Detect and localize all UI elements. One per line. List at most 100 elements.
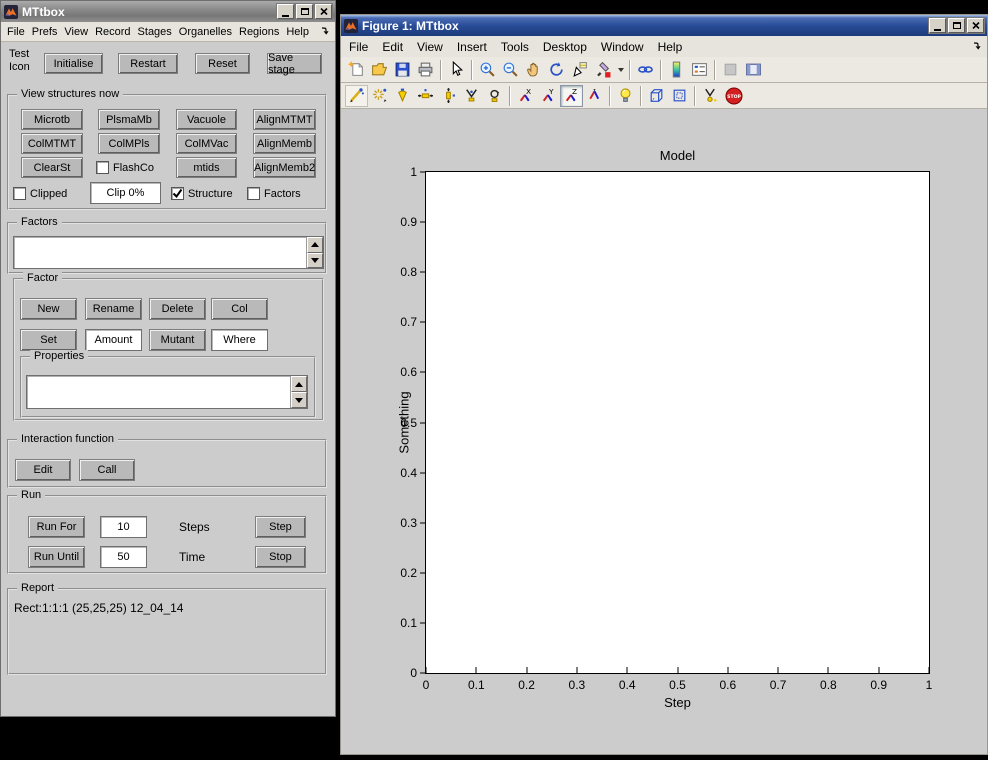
menu-organelles[interactable]: Organelles — [179, 26, 232, 38]
menu-view[interactable]: View — [64, 26, 88, 38]
save-stage-button[interactable]: Save stage — [267, 53, 322, 74]
call-interaction-button[interactable]: Call — [79, 459, 135, 481]
colmpls-button[interactable]: ColMPls — [98, 133, 160, 154]
menu-file[interactable]: File — [349, 40, 368, 54]
close-button[interactable] — [315, 4, 332, 19]
y-axis-icon[interactable]: Y — [537, 85, 560, 107]
minimize-button[interactable] — [277, 4, 294, 19]
move-camera-horizontal-icon[interactable] — [414, 85, 437, 107]
pointer-icon[interactable] — [445, 59, 468, 81]
menu-tools[interactable]: Tools — [501, 40, 529, 54]
minimize-button[interactable] — [929, 18, 946, 33]
new-figure-icon[interactable] — [345, 59, 368, 81]
flashco-checkbox[interactable] — [96, 161, 109, 174]
vacuole-button[interactable]: Vacuole — [176, 109, 237, 130]
edit-interaction-button[interactable]: Edit — [15, 459, 71, 481]
brush-icon[interactable] — [591, 59, 614, 81]
figure-titlebar[interactable]: Figure 1: MTtbox — [341, 15, 987, 36]
new-factor-button[interactable]: New — [20, 298, 77, 320]
menu-regions[interactable]: Regions — [239, 26, 279, 38]
factors-listbox[interactable] — [13, 236, 324, 269]
menu-edit[interactable]: Edit — [382, 40, 403, 54]
pan-tilt-camera-icon[interactable] — [391, 85, 414, 107]
move-camera-vertical-icon[interactable] — [437, 85, 460, 107]
mttbox-titlebar[interactable]: MTtbox — [1, 1, 335, 22]
scroll-up-button[interactable] — [307, 237, 323, 253]
menu-prefs[interactable]: Prefs — [32, 26, 58, 38]
alignmtmt-button[interactable]: AlignMTMT — [253, 109, 316, 130]
scroll-up-button[interactable] — [291, 376, 307, 392]
colmtmt-button[interactable]: ColMTMT — [21, 133, 83, 154]
print-figure-icon[interactable] — [414, 59, 437, 81]
initialise-button[interactable]: Initialise — [44, 53, 103, 74]
maximize-button[interactable] — [948, 18, 965, 33]
restart-button[interactable]: Restart — [118, 53, 178, 74]
menu-help[interactable]: Help — [658, 40, 683, 54]
reset-camera-icon[interactable] — [699, 85, 722, 107]
delete-factor-button[interactable]: Delete — [149, 298, 206, 320]
menu-desktop[interactable]: Desktop — [543, 40, 587, 54]
pan-icon[interactable] — [522, 59, 545, 81]
time-input[interactable]: 50 — [100, 546, 147, 568]
alignmemb-button[interactable]: AlignMemb — [253, 133, 316, 154]
open-file-icon[interactable] — [368, 59, 391, 81]
insert-legend-icon[interactable] — [688, 59, 711, 81]
run-until-button[interactable]: Run Until — [28, 546, 85, 568]
menu-overflow-arrow-icon[interactable] — [973, 42, 982, 51]
link-plot-icon[interactable] — [634, 59, 657, 81]
menu-view[interactable]: View — [417, 40, 443, 54]
colmvac-button[interactable]: ColMVac — [176, 133, 237, 154]
stop-icon[interactable]: STOP — [722, 85, 745, 107]
zoom-camera-icon[interactable] — [460, 85, 483, 107]
perspective-projection-icon[interactable] — [668, 85, 691, 107]
rotate-3d-icon[interactable] — [545, 59, 568, 81]
brush-dropdown-icon[interactable] — [614, 59, 626, 81]
orthographic-projection-icon[interactable] — [645, 85, 668, 107]
menu-stages[interactable]: Stages — [138, 26, 172, 38]
z-axis-icon[interactable]: Z — [560, 85, 583, 107]
alignmemb2-button[interactable]: AlignMemb2 — [253, 157, 316, 178]
scroll-down-button[interactable] — [307, 253, 323, 269]
set-factor-button[interactable]: Set — [20, 329, 77, 351]
orbit-scene-light-icon[interactable] — [368, 85, 391, 107]
run-for-button[interactable]: Run For — [28, 516, 85, 538]
microtb-button[interactable]: Microtb — [21, 109, 83, 130]
properties-listbox[interactable] — [26, 375, 308, 409]
orbit-camera-icon[interactable] — [345, 85, 368, 107]
step-button[interactable]: Step — [255, 516, 306, 538]
col-factor-button[interactable]: Col — [211, 298, 268, 320]
maximize-button[interactable] — [296, 4, 313, 19]
where-field[interactable]: Where — [211, 329, 268, 351]
menu-overflow-arrow-icon[interactable] — [321, 27, 330, 36]
mtids-button[interactable]: mtids — [176, 157, 237, 178]
clearst-button[interactable]: ClearSt — [21, 157, 83, 178]
no-principal-axis-icon[interactable] — [583, 85, 606, 107]
data-cursor-icon[interactable] — [568, 59, 591, 81]
factors-checkbox[interactable] — [247, 187, 260, 200]
zoom-in-icon[interactable] — [476, 59, 499, 81]
x-axis-icon[interactable]: X — [514, 85, 537, 107]
scene-light-icon[interactable] — [614, 85, 637, 107]
zoom-out-icon[interactable] — [499, 59, 522, 81]
clipped-checkbox[interactable] — [13, 187, 26, 200]
stop-button[interactable]: Stop — [255, 546, 306, 568]
mutant-button[interactable]: Mutant — [149, 329, 206, 351]
menu-window[interactable]: Window — [601, 40, 644, 54]
steps-input[interactable]: 10 — [100, 516, 147, 538]
save-figure-icon[interactable] — [391, 59, 414, 81]
plsmamb-button[interactable]: PlsmaMb — [98, 109, 160, 130]
menu-help[interactable]: Help — [286, 26, 309, 38]
rename-factor-button[interactable]: Rename — [85, 298, 142, 320]
reset-button[interactable]: Reset — [195, 53, 250, 74]
scroll-down-button[interactable] — [291, 392, 307, 408]
menu-insert[interactable]: Insert — [457, 40, 487, 54]
clip-percent-field[interactable]: Clip 0% — [90, 182, 161, 204]
properties-scrollbar[interactable] — [290, 376, 307, 408]
factors-scrollbar[interactable] — [306, 237, 323, 268]
menu-record[interactable]: Record — [95, 26, 130, 38]
insert-colorbar-icon[interactable] — [665, 59, 688, 81]
menu-file[interactable]: File — [7, 26, 25, 38]
close-button[interactable] — [967, 18, 984, 33]
amount-field[interactable]: Amount — [85, 329, 142, 351]
plot-tools-icon[interactable] — [742, 59, 765, 81]
